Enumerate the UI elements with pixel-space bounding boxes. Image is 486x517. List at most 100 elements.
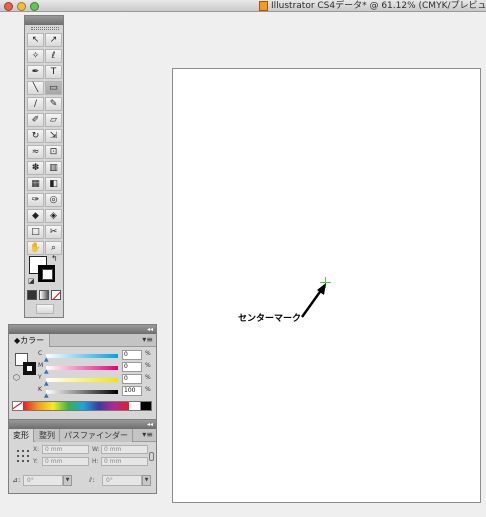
rotate-tool[interactable]: ↻ — [27, 129, 44, 143]
transform-panel: ◂◂ パスファインダー 整列 変形 ▾≡ X: 0 mm W: 0 mm Y: 0 mm H: 0… — [8, 419, 157, 494]
tools-grip-icon[interactable] — [31, 27, 59, 30]
symbol-sprayer-tool[interactable]: ✽ — [27, 161, 44, 175]
color-stroke-swatch[interactable] — [23, 362, 36, 375]
artboard-tool[interactable]: □ — [27, 225, 44, 239]
transform-panel-tabs: パスファインダー 整列 変形 ▾≡ — [9, 429, 156, 442]
tab-align[interactable]: 整列 — [35, 429, 60, 442]
type-tool[interactable]: T — [45, 65, 62, 79]
tools-panel: ↰ ◪ ↖ ↗ ✧ ℓ ✒ T ╲ ▭ ∕ ✎ ✐ ▱ ↻ ⇲ ≈ ⊡ ✽ ▥ ▦ ◧ ✑ ◎ ◆ ◈ □ ✂ ✋ ⌕ — [24, 15, 64, 318]
zoom-window-button[interactable] — [30, 2, 39, 11]
slider-value-input[interactable]: 0 — [122, 362, 142, 372]
panel-menu-icon[interactable]: ▾≡ — [142, 335, 153, 344]
panel-menu-icon[interactable]: ▾≡ — [142, 430, 153, 439]
none-mode-button[interactable] — [51, 290, 61, 300]
collapse-icon[interactable]: ◂◂ — [147, 421, 153, 428]
minimize-window-button[interactable] — [17, 2, 26, 11]
eraser-tool[interactable]: ▱ — [45, 113, 62, 127]
reference-point-icon[interactable] — [17, 450, 29, 462]
rotate-angle-icon: ⊿: — [12, 476, 21, 484]
magic-wand-tool[interactable]: ✧ — [27, 49, 44, 63]
mesh-tool[interactable]: ▦ — [27, 177, 44, 191]
slider-value-input[interactable]: 0 — [122, 374, 142, 384]
direct-selection-tool[interactable]: ↗ — [45, 33, 62, 47]
live-paint-bucket-tool[interactable]: ◆ — [27, 209, 44, 223]
transform-panel-header[interactable]: ◂◂ — [9, 420, 156, 429]
shear-angle-dropdown[interactable]: ▼ — [142, 475, 151, 486]
slider-track[interactable] — [46, 390, 118, 394]
slider-value-input[interactable]: 0 — [122, 350, 142, 360]
tab-pathfinder[interactable]: パスファインダー — [60, 429, 133, 442]
field-label-x: X: — [33, 446, 40, 453]
black-white-swatch[interactable] — [130, 402, 151, 410]
slider-unit: % — [145, 374, 151, 381]
color-spectrum-bar[interactable] — [12, 401, 152, 411]
field-h-input[interactable]: 0 mm — [101, 457, 148, 466]
callout-arrow-icon — [301, 283, 326, 318]
zoom-tool[interactable]: ⌕ — [45, 241, 62, 255]
slider-value-input[interactable]: 100 — [122, 386, 142, 396]
slider-track[interactable] — [46, 354, 118, 358]
document-icon — [259, 1, 268, 11]
pen-tool[interactable]: ✒ — [27, 65, 44, 79]
field-label-h: H: — [92, 458, 99, 465]
shear-angle-field[interactable]: 0° — [102, 475, 142, 486]
slider-track[interactable] — [46, 366, 118, 370]
selection-tool[interactable]: ↖ — [27, 33, 44, 47]
warp-tool[interactable]: ≈ — [27, 145, 44, 159]
rectangle-tool[interactable]: ▭ — [45, 81, 62, 95]
shear-angle-icon: ⫽: — [89, 476, 95, 484]
field-y-input[interactable]: 0 mm — [42, 457, 89, 466]
lasso-tool[interactable]: ℓ — [45, 49, 62, 63]
swap-fill-stroke-icon[interactable]: ↰ — [51, 254, 58, 263]
collapse-icon[interactable]: ◂◂ — [147, 326, 153, 333]
tab-transform[interactable]: 変形 — [9, 429, 34, 442]
column-graph-tool[interactable]: ▥ — [45, 161, 62, 175]
scale-tool[interactable]: ⇲ — [45, 129, 62, 143]
slider-label: M — [38, 362, 44, 369]
slider-row-m: M ▲ 0% — [38, 362, 156, 375]
constrain-proportions-link-icon[interactable] — [149, 452, 154, 461]
field-x-input[interactable]: 0 mm — [42, 445, 89, 454]
default-fill-stroke-icon[interactable]: ◪ — [28, 277, 35, 285]
window-titlebar: Illustrator CS4データ* @ 61.12% (CMYK/プレビュー — [0, 0, 486, 12]
out-of-gamut-cube-icon[interactable]: ⬡ — [13, 373, 20, 382]
blend-tool[interactable]: ◎ — [45, 193, 62, 207]
slider-unit: % — [145, 386, 151, 393]
blob-brush-tool[interactable]: ✐ — [27, 113, 44, 127]
slider-row-c: C ▲ 0% — [38, 350, 156, 363]
slider-row-k: K ▲ 100% — [38, 386, 156, 399]
slider-row-y: Y ▲ 0% — [38, 374, 156, 387]
hand-tool[interactable]: ✋ — [27, 241, 44, 255]
paintbrush-tool[interactable]: ∕ — [27, 97, 44, 111]
slider-label: K — [38, 386, 42, 393]
slider-knob-icon[interactable]: ▲ — [44, 393, 49, 399]
field-label-w: W: — [92, 446, 100, 453]
tab-color[interactable]: ◆カラー — [9, 334, 51, 347]
field-w-input[interactable]: 0 mm — [101, 445, 148, 454]
color-mode-button[interactable] — [27, 290, 37, 300]
free-transform-tool[interactable]: ⊡ — [45, 145, 62, 159]
rotate-angle-dropdown[interactable]: ▼ — [63, 475, 72, 486]
slider-track[interactable] — [46, 378, 118, 382]
rotate-angle-field[interactable]: 0° — [23, 475, 63, 486]
field-label-y: Y: — [33, 458, 38, 465]
eyedropper-tool[interactable]: ✑ — [27, 193, 44, 207]
color-panel: ◂◂ ◆カラー ▾≡ ⬡ C ▲ 0% M ▲ 0% Y ▲ 0% K ▲ 100% — [8, 324, 157, 420]
none-swatch[interactable] — [13, 402, 22, 410]
window-title: Illustrator CS4データ* @ 61.12% (CMYK/プレビュー — [271, 1, 486, 11]
pencil-tool[interactable]: ✎ — [45, 97, 62, 111]
gradient-tool[interactable]: ◧ — [45, 177, 62, 191]
tools-panel-header[interactable] — [25, 16, 63, 25]
stroke-swatch[interactable] — [38, 265, 55, 282]
gradient-mode-button[interactable] — [39, 290, 49, 300]
slider-label: Y — [38, 374, 42, 381]
slice-tool[interactable]: ✂ — [45, 225, 62, 239]
color-panel-header[interactable]: ◂◂ — [9, 325, 156, 334]
color-spectrum[interactable] — [23, 402, 129, 410]
line-segment-tool[interactable]: ╲ — [27, 81, 44, 95]
live-paint-selection-tool[interactable]: ◈ — [45, 209, 62, 223]
slider-unit: % — [145, 362, 151, 369]
color-panel-tabs: ◆カラー ▾≡ — [9, 334, 156, 347]
close-window-button[interactable] — [4, 2, 13, 11]
screen-mode-button[interactable] — [36, 304, 54, 314]
